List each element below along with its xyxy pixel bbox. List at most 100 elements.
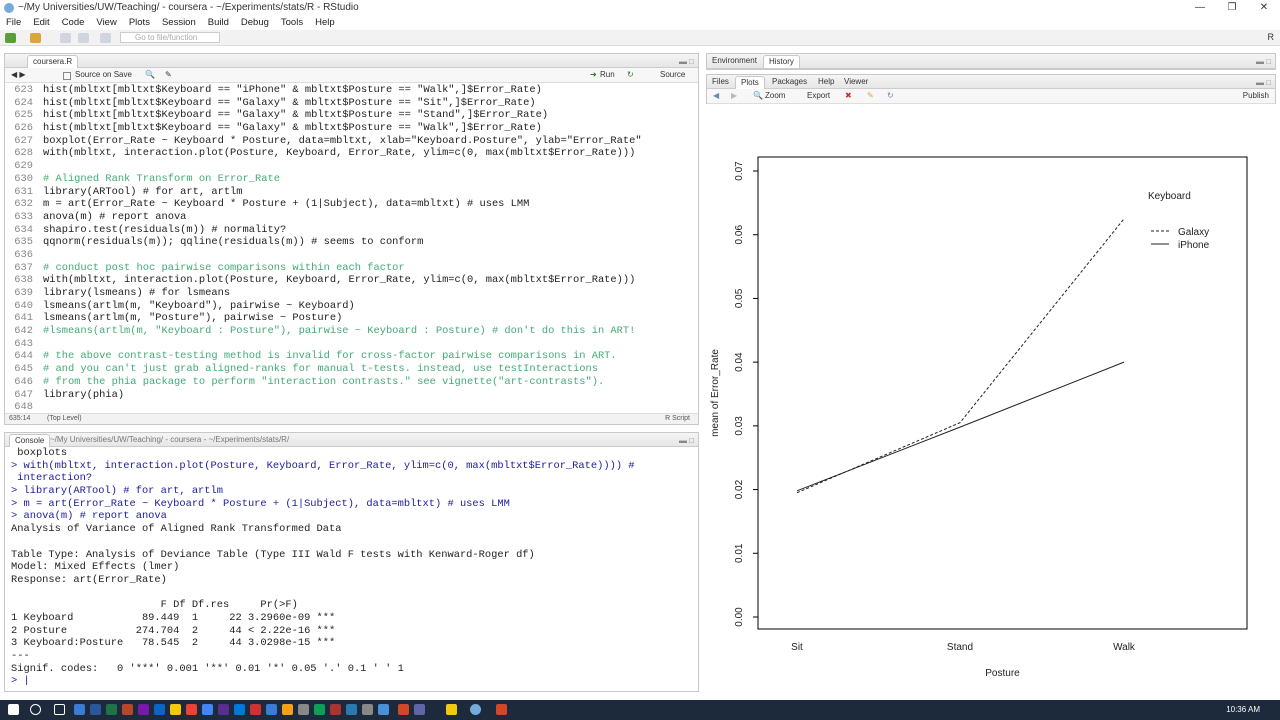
clear-plots-icon[interactable]: ✎ — [867, 91, 874, 100]
env-minmax-icon[interactable]: ▬ □ — [1256, 57, 1271, 66]
project-menu[interactable]: R — [1268, 32, 1275, 42]
tab-packages[interactable]: Packages — [767, 76, 812, 89]
editor-status-bar: 635:14 (Top Level) R Script — [5, 413, 698, 424]
rstudio-taskbar-icon[interactable] — [470, 704, 481, 715]
console-minmax-icon[interactable]: ▬ □ — [679, 436, 694, 445]
app-icon-14[interactable] — [282, 704, 293, 715]
code-area[interactable]: 623 hist(mbltxt[mbltxt$Keyboard == "iPhon… — [5, 84, 698, 412]
zoom-icon[interactable]: 🔍 — [753, 91, 763, 100]
back-plot-icon[interactable]: ◀ — [713, 91, 719, 100]
print-icon[interactable] — [100, 33, 111, 43]
run-icon[interactable]: ➜ — [590, 70, 597, 79]
app-icon-15[interactable] — [298, 704, 309, 715]
back-icon[interactable]: ◀ ▶ — [11, 70, 26, 79]
tab-files[interactable]: Files — [707, 76, 734, 89]
pane-minmax-icon[interactable]: ▬ □ — [679, 57, 694, 66]
export-button[interactable]: Export — [807, 91, 830, 100]
source-button[interactable]: Source — [660, 70, 685, 79]
tab-history[interactable]: History — [763, 55, 800, 68]
search-taskbar-icon[interactable] — [30, 704, 41, 715]
code-line: 634 shapiro.test(residuals(m)) # normalit… — [5, 224, 698, 237]
interaction-plot: 0.00 0.01 0.02 0.03 0.04 0.05 0.06 0.07 Sit Stand… — [710, 156, 1248, 679]
tab-viewer[interactable]: Viewer — [839, 76, 873, 89]
app-icon-17[interactable] — [330, 704, 341, 715]
goto-file-input[interactable]: Go to file/function — [120, 32, 220, 43]
menu-plots[interactable]: Plots — [129, 16, 150, 30]
line-text: shapiro.test(residuals(m)) # normality? — [43, 223, 287, 236]
source-on-save-checkbox[interactable] — [63, 72, 71, 80]
menu-build[interactable]: Build — [208, 16, 229, 30]
y-tick-label: 0.06 — [734, 225, 745, 245]
console-path: ~/My Universities/UW/Teaching/ - courser… — [50, 435, 290, 444]
maximize-button[interactable]: ❐ — [1216, 0, 1248, 16]
refresh-icon[interactable]: ↻ — [887, 91, 894, 100]
code-line: 640 lsmeans(artlm(m, "Keyboard"), pairwis… — [5, 300, 698, 313]
line-text: # conduct post hoc pairwise comparisons … — [43, 261, 405, 274]
console-line: F Df Df.res Pr(>F) — [11, 599, 323, 612]
console-output[interactable]: boxplots > with(mbltxt, interaction.plot(… — [11, 447, 698, 691]
app-icon-6[interactable] — [154, 704, 165, 715]
app-icon-13[interactable] — [266, 704, 277, 715]
app-icon-21[interactable] — [398, 704, 409, 715]
file-explorer-icon[interactable] — [446, 704, 457, 715]
app-icon-10[interactable] — [218, 704, 229, 715]
code-line: 638 with(mbltxt, interaction.plot(Posture… — [5, 274, 698, 287]
scope-selector[interactable]: (Top Level) — [47, 415, 82, 422]
close-button[interactable]: ✕ — [1248, 0, 1280, 16]
editor-toolbar: ◀ ▶ Source on Save 🔍 ✎ ➜ Run ↻ Source — [5, 68, 698, 83]
code-line: 645 # and you can't just grab aligned-ran… — [5, 363, 698, 376]
menu-file[interactable]: File — [6, 16, 21, 30]
app-icon-12[interactable] — [250, 704, 261, 715]
save-all-icon[interactable] — [78, 33, 89, 43]
app-icon-16[interactable] — [314, 704, 325, 715]
rerun-icon[interactable]: ↻ — [627, 70, 634, 79]
line-text: # and you can't just grab aligned-ranks … — [43, 363, 598, 376]
app-icon-3[interactable] — [106, 704, 117, 715]
app-icon-1[interactable] — [74, 704, 85, 715]
search-icon[interactable]: 🔍 — [145, 70, 155, 79]
menu-view[interactable]: View — [96, 16, 116, 30]
menu-session[interactable]: Session — [162, 16, 196, 30]
app-icon-7[interactable] — [170, 704, 181, 715]
menu-help[interactable]: Help — [315, 16, 335, 30]
minimize-button[interactable]: — — [1184, 0, 1216, 16]
app-icon-9[interactable] — [202, 704, 213, 715]
app-icon-8[interactable] — [186, 704, 197, 715]
tab-plots[interactable]: Plots — [735, 76, 765, 89]
y-tick-label: 0.05 — [734, 288, 745, 308]
code-line: 636 — [5, 249, 698, 262]
app-icon-22[interactable] — [414, 704, 425, 715]
task-view-icon[interactable] — [54, 704, 65, 715]
code-tools-icon[interactable]: ✎ — [165, 70, 172, 79]
app-icon-2[interactable] — [90, 704, 101, 715]
app-icon-4[interactable] — [122, 704, 133, 715]
menu-edit[interactable]: Edit — [33, 16, 49, 30]
line-number: 632 — [14, 198, 33, 211]
menu-tools[interactable]: Tools — [281, 16, 303, 30]
tab-help[interactable]: Help — [813, 76, 839, 89]
powerpoint-taskbar-icon[interactable] — [496, 704, 507, 715]
windows-start-icon[interactable] — [8, 704, 19, 715]
publish-button[interactable]: Publish — [1243, 91, 1269, 100]
app-icon-5[interactable] — [138, 704, 149, 715]
y-tick-label: 0.01 — [734, 543, 745, 563]
forward-plot-icon[interactable]: ▶ — [731, 91, 737, 100]
app-icon-20[interactable] — [378, 704, 389, 715]
menu-code[interactable]: Code — [62, 16, 85, 30]
tab-environment[interactable]: Environment — [707, 55, 762, 68]
app-icon-11[interactable] — [234, 704, 245, 715]
remove-plot-icon[interactable]: ✖ — [845, 91, 852, 100]
plots-minmax-icon[interactable]: ▬ □ — [1256, 78, 1271, 87]
new-file-icon[interactable] — [5, 33, 16, 43]
run-button[interactable]: Run — [600, 70, 615, 79]
save-icon[interactable] — [60, 33, 71, 43]
tab-coursera-r[interactable]: coursera.R — [27, 55, 79, 68]
cursor-position: 635:14 — [9, 415, 31, 422]
source-on-save-label: Source on Save — [75, 70, 132, 79]
open-project-icon[interactable] — [30, 33, 41, 43]
file-type[interactable]: R Script — [665, 415, 690, 422]
zoom-button[interactable]: Zoom — [765, 91, 785, 100]
app-icon-18[interactable] — [346, 704, 357, 715]
app-icon-19[interactable] — [362, 704, 373, 715]
menu-debug[interactable]: Debug — [241, 16, 269, 30]
